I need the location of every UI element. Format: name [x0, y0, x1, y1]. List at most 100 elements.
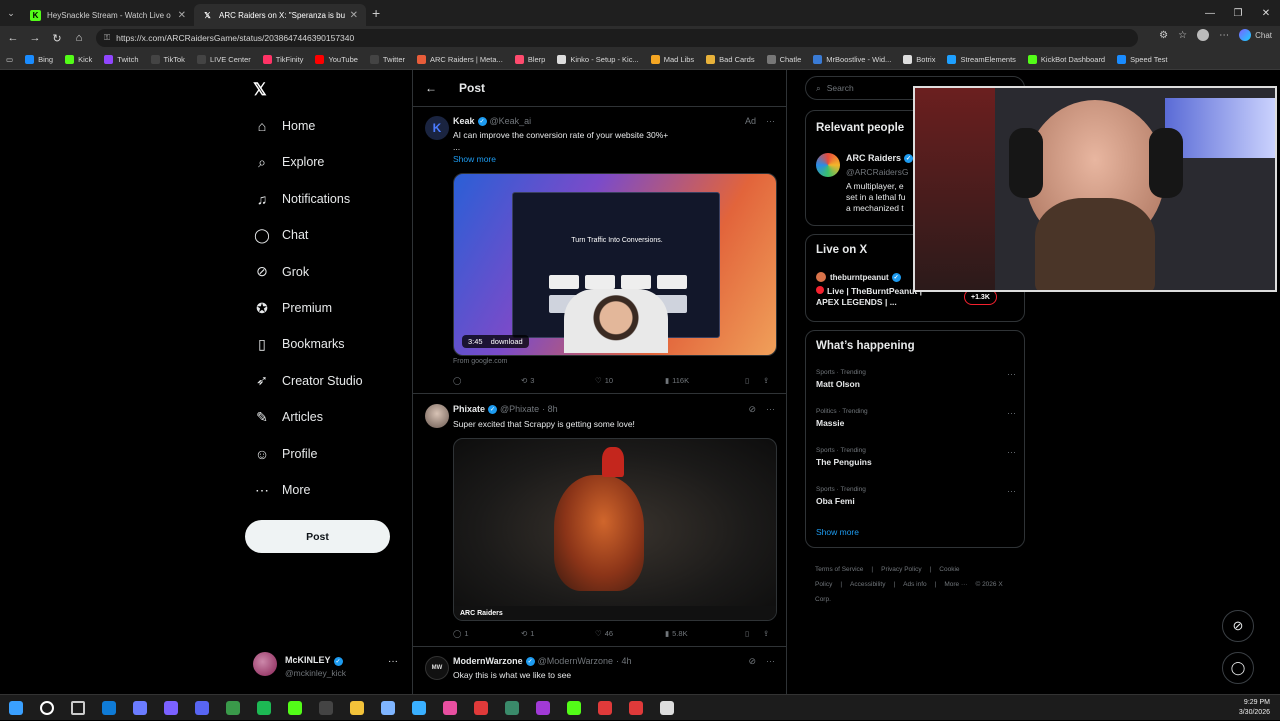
site-info-icon[interactable]: ⚿ [104, 33, 110, 43]
bookmark-item[interactable]: Botrix [903, 55, 935, 64]
task-view-icon[interactable] [62, 695, 93, 721]
nav-item-premium[interactable]: ✪ Premium [253, 296, 332, 320]
app-icon[interactable] [465, 695, 496, 721]
avatar[interactable]: MW [425, 656, 449, 680]
live-stream-title[interactable]: Live | TheBurntPeanut | APEX LEGENDS | .… [816, 286, 922, 308]
bookmark-item[interactable]: KickBot Dashboard [1027, 55, 1105, 64]
avatar[interactable] [425, 404, 449, 428]
bookmark-item[interactable]: Twitter [369, 55, 405, 64]
author-handle[interactable]: @Phixate [500, 404, 539, 414]
relevant-name[interactable]: ARC Raiders ✓ [846, 153, 914, 163]
address-bar[interactable]: ⚿ https://x.com/ARCRaidersGame/status/20… [96, 29, 1138, 47]
nav-item-more[interactable]: ⋯ More [253, 478, 310, 502]
bookmark-button[interactable]: ▯ [745, 376, 763, 385]
settings-icon[interactable] [651, 695, 682, 721]
close-icon[interactable]: ✕ [178, 10, 186, 21]
more-icon[interactable]: ··· [1007, 408, 1016, 418]
show-more-link[interactable]: Show more [816, 527, 859, 537]
close-window-button[interactable]: ✕ [1252, 0, 1280, 26]
footer-link[interactable]: Ads info [903, 581, 927, 588]
footer-link[interactable]: More ··· [944, 581, 967, 588]
favorites-icon[interactable]: ☆ [1178, 30, 1187, 41]
bookmark-item[interactable]: StreamElements [947, 55, 1016, 64]
nav-item-articles[interactable]: ✎ Articles [253, 405, 323, 429]
avatar[interactable] [816, 153, 840, 177]
bookmark-item[interactable]: Blerp [514, 55, 545, 64]
nav-item-explore[interactable]: ⌕ Explore [253, 150, 324, 174]
bookmark-item[interactable]: MrBoostlive - Wid... [813, 55, 891, 64]
messages-fab[interactable]: ◯ [1222, 652, 1254, 684]
new-tab-button[interactable]: + [372, 5, 380, 21]
footer-link[interactable]: Terms of Service [815, 566, 863, 573]
trend-item[interactable]: Sports · Trending The Penguins ··· [816, 447, 1016, 467]
app-icon[interactable] [558, 695, 589, 721]
home-button[interactable]: ⌂ [68, 32, 90, 44]
forward-button[interactable]: → [24, 32, 46, 44]
search-icon[interactable] [31, 695, 62, 721]
like-button[interactable]: ♡ 46 [595, 629, 665, 638]
tweet-keak[interactable]: K Keak ✓ @Keak_ai Ad ··· AI can improve … [413, 108, 787, 394]
nav-item-bookmarks[interactable]: ▯ Bookmarks [253, 332, 344, 356]
app-icon[interactable] [155, 695, 186, 721]
grok-icon[interactable]: ⊘ [748, 404, 756, 415]
more-icon[interactable]: ··· [1007, 369, 1016, 379]
extensions-icon[interactable]: ⚙ [1159, 30, 1168, 41]
card-source[interactable]: From google.com [453, 358, 507, 365]
tweet-phixate[interactable]: Phixate ✓ @Phixate · 8h ⊘ ··· Super exci… [413, 395, 787, 647]
app-icon[interactable] [186, 695, 217, 721]
bookmark-item[interactable]: YouTube [315, 55, 358, 64]
minimize-button[interactable]: — [1196, 0, 1224, 26]
copilot-chat-button[interactable]: Chat [1239, 29, 1272, 41]
bookmark-item[interactable]: Chatle [766, 55, 801, 64]
menu-icon[interactable]: ⋯ [1219, 30, 1229, 41]
bookmark-button[interactable]: ▯ [745, 629, 763, 638]
avatar[interactable]: K [425, 116, 449, 140]
profile-avatar[interactable] [1197, 29, 1210, 41]
tab-actions-menu[interactable]: ⌄ [0, 2, 22, 24]
bookmark-item[interactable]: ARC Raiders | Meta... [417, 55, 503, 64]
app-icon[interactable] [434, 695, 465, 721]
app-icon[interactable] [217, 695, 248, 721]
account-switcher[interactable]: McKINLEY ✓ @mckinley_kick ··· [253, 650, 398, 678]
apps-icon[interactable]: ▭ [6, 55, 13, 64]
repost-button[interactable]: ⟲ 3 [521, 376, 595, 385]
views-button[interactable]: ▮ 116K [665, 376, 745, 385]
refresh-button[interactable]: ↻ [46, 32, 68, 45]
bookmark-item[interactable]: TikTok [150, 55, 185, 64]
nav-item-profile[interactable]: ☺ Profile [253, 442, 318, 466]
bookmark-item[interactable]: Speed Test [1117, 55, 1168, 64]
bookmark-item[interactable]: Bing [25, 55, 53, 64]
more-icon[interactable]: ··· [766, 656, 775, 667]
video-player[interactable]: Turn Traffic Into Conversions. 3:45 down… [453, 173, 777, 356]
tab-arc-raiders[interactable]: 𝕏 ARC Raiders on X: "Speranza is bu ✕ [194, 4, 366, 26]
bookmark-item[interactable]: Kick [65, 55, 92, 64]
post-button[interactable]: Post [245, 520, 390, 553]
bookmark-item[interactable]: Mad Libs [650, 55, 694, 64]
tweet-modernwarzone[interactable]: MW ModernWarzone ✓ @ModernWarzone · 4h ⊘… [413, 648, 787, 694]
more-icon[interactable]: ··· [766, 404, 775, 415]
bookmark-item[interactable]: Twitch [104, 55, 139, 64]
close-icon[interactable]: ✕ [350, 10, 358, 21]
tweet-time[interactable]: · 8h [542, 404, 558, 414]
app-icon[interactable] [527, 695, 558, 721]
author-name[interactable]: ModernWarzone [453, 656, 523, 666]
back-button[interactable]: ← [2, 32, 24, 44]
bookmark-item[interactable]: TikFinity [262, 55, 303, 64]
trend-item[interactable]: Politics · Trending Massie ··· [816, 408, 1016, 428]
app-icon[interactable] [124, 695, 155, 721]
app-icon[interactable] [372, 695, 403, 721]
live-host[interactable]: theburntpeanut ✓ [816, 272, 901, 282]
nav-item-home[interactable]: ⌂ Home [253, 114, 316, 138]
spotify-icon[interactable] [248, 695, 279, 721]
app-icon[interactable] [620, 695, 651, 721]
reply-button[interactable]: ◯ [453, 376, 521, 385]
grok-icon[interactable]: ⊘ [748, 656, 756, 667]
bookmark-item[interactable]: LIVE Center [196, 55, 251, 64]
edge-icon[interactable] [93, 695, 124, 721]
show-more-link[interactable]: Show more [453, 154, 496, 164]
tab-heysnackle[interactable]: K HeySnackle Stream - Watch Live o ✕ [22, 4, 194, 26]
nav-item-creator-studio[interactable]: ➶ Creator Studio [253, 369, 362, 393]
nav-item-chat[interactable]: ◯ Chat [253, 223, 308, 247]
author-handle[interactable]: @Keak_ai [490, 116, 532, 126]
relevant-handle[interactable]: @ARCRaidersG [846, 167, 908, 177]
